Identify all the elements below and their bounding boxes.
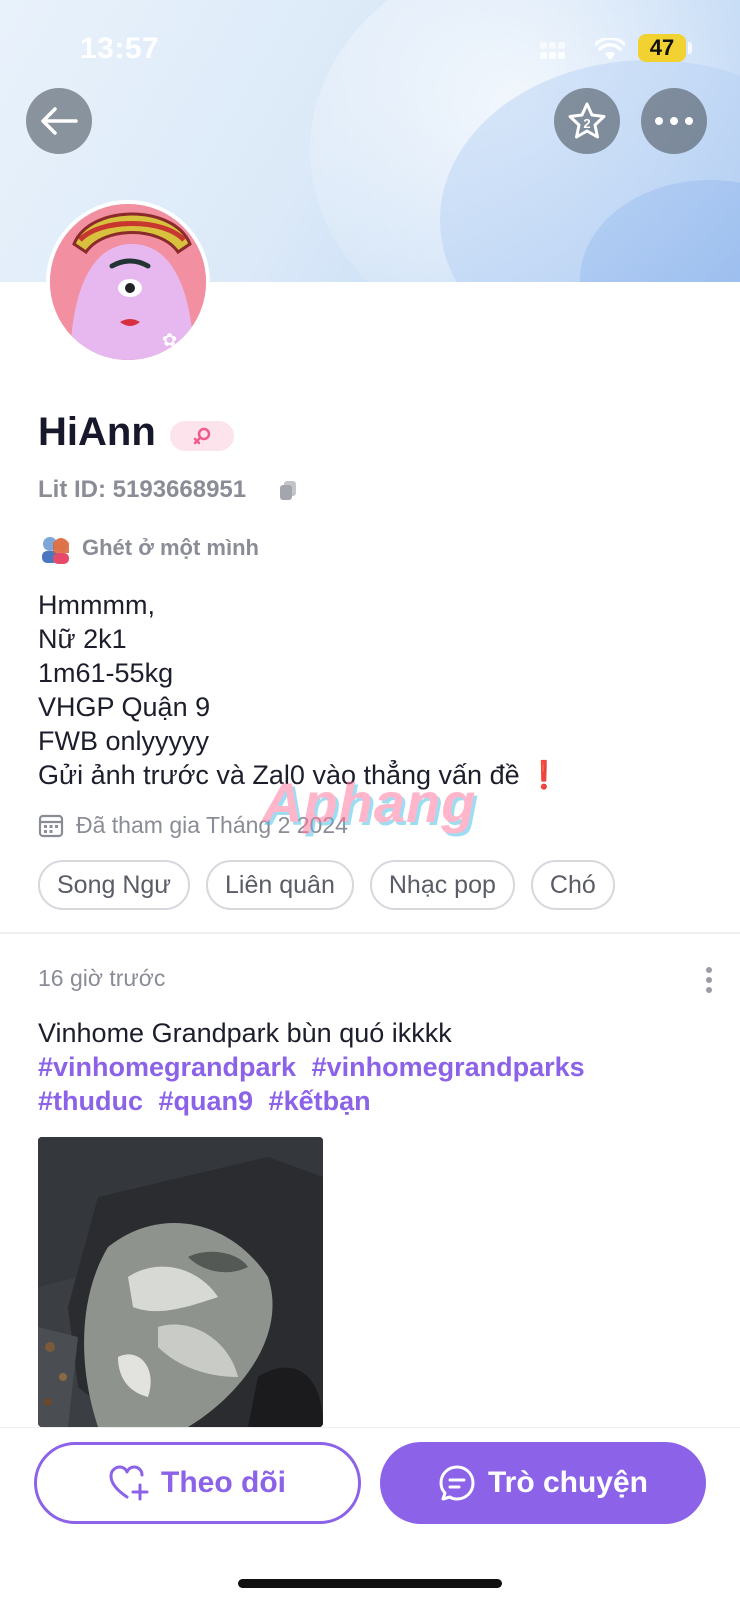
bio: Hmmmm, Nữ 2k1 1m61-55kg VHGP Quận 9 FWB … [38, 588, 561, 792]
chat-label: Trò chuyện [487, 1466, 649, 1499]
bio-line: VHGP Quận 9 [38, 692, 211, 722]
bio-line: FWB onlyyyyy [38, 726, 210, 756]
post-timestamp: 16 giờ trước [38, 965, 166, 991]
post-text: Vinhome Grandpark bùn quó ikkkk [38, 1018, 452, 1048]
wifi-icon [595, 38, 625, 60]
battery-tip [688, 42, 692, 54]
hashtag-link[interactable]: #thuduc [38, 1086, 143, 1116]
follow-label: Theo dõi [161, 1466, 286, 1499]
status-time: 13:57 [80, 32, 160, 65]
home-indicator[interactable] [238, 1579, 502, 1588]
favorite-button[interactable]: 2 [554, 88, 620, 154]
post-more-icon[interactable] [705, 967, 713, 993]
interest-tag[interactable]: Nhạc pop [369, 860, 515, 910]
calendar-icon [38, 814, 64, 838]
bio-line: Hmmmm, [38, 590, 155, 620]
mood-status: Ghét ở một mình [38, 530, 259, 566]
post-photo[interactable] [38, 1137, 323, 1427]
star-icon: 2 [568, 102, 606, 139]
heart-plus-icon [109, 1465, 149, 1501]
ellipsis-icon [655, 117, 693, 125]
gender-badge [170, 421, 234, 451]
status-bar: 13:57 47 [0, 0, 740, 100]
watermark: Aphang [262, 771, 477, 834]
female-icon [193, 427, 211, 445]
cellular-signal-icon [540, 40, 570, 62]
interest-tag[interactable]: Song Ngư [38, 860, 191, 910]
follow-button[interactable]: Theo dõi [34, 1442, 361, 1524]
arrow-left-icon [41, 107, 78, 135]
lit-id: Lit ID: 5193668951 [38, 476, 247, 503]
mood-text: Ghét ở một mình [82, 535, 259, 560]
interest-tag[interactable]: Liên quân [206, 860, 354, 910]
bio-line: 1m61-55kg [38, 658, 174, 688]
profile-name: HiAnn [38, 410, 156, 454]
hashtag-link[interactable]: #vinhomegrandparks [312, 1052, 585, 1082]
interest-tags: Song Ngư Liên quân Nhạc pop Chó [38, 860, 631, 910]
exclamation-icon: ❗ [527, 760, 561, 790]
chat-button[interactable]: Trò chuyện [380, 1442, 706, 1524]
copy-icon[interactable] [278, 480, 298, 502]
bio-line: Nữ 2k1 [38, 624, 127, 654]
hashtag-link[interactable]: #vinhomegrandpark [38, 1052, 296, 1082]
bottom-action-bar: Theo dõi Trò chuyện [0, 1427, 740, 1600]
section-divider [0, 932, 740, 934]
avatar-illustration: ✿ [50, 204, 206, 360]
avatar[interactable]: ✿ [46, 200, 210, 364]
post-photo-content [38, 1137, 323, 1427]
svg-text:2: 2 [583, 116, 590, 131]
hashtag-link[interactable]: #quan9 [159, 1086, 254, 1116]
people-icon [42, 537, 69, 564]
back-button[interactable] [26, 88, 92, 154]
battery-indicator: 47 [638, 34, 686, 62]
svg-text:✿: ✿ [162, 330, 177, 351]
post-hashtags: #vinhomegrandpark #vinhomegrandparks #th… [38, 1050, 718, 1118]
chat-bubble-icon [439, 1465, 475, 1501]
more-options-button[interactable] [641, 88, 707, 154]
interest-tag[interactable]: Chó [530, 860, 615, 910]
hashtag-link[interactable]: #kếtbạn [269, 1086, 371, 1116]
